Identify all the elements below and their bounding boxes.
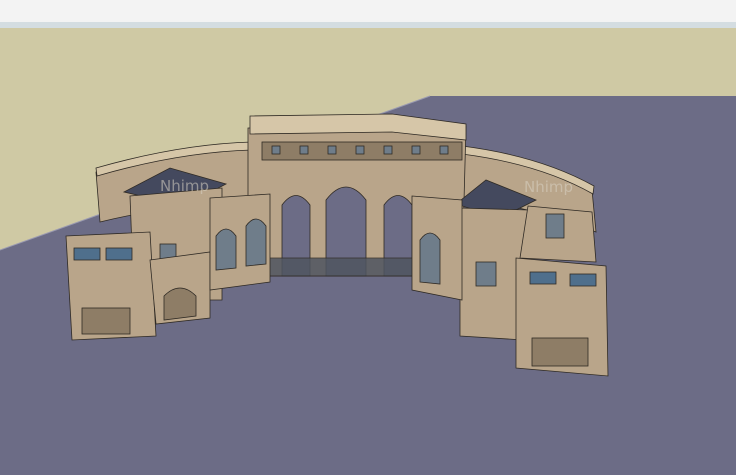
right-mid-arch [419,232,441,285]
right-tall-window [545,213,565,239]
left-mid-arch-2 [245,218,267,267]
right-pavilion-window [475,261,497,287]
right-wing-opening [531,337,589,367]
left-awning-1 [73,247,101,261]
left-mid-arch-1 [215,228,237,271]
architectural-model-scene: Nhimp Nhimp [0,0,736,475]
left-wing-opening [81,307,131,335]
watermark-right: Nhimp [524,178,573,196]
watermark-left: Nhimp [160,177,209,195]
left-side-arch [163,287,197,321]
right-awning-1 [529,271,557,285]
3d-viewport[interactable]: Nhimp Nhimp [0,0,736,475]
left-awning-2 [105,247,133,261]
horizon-band [0,22,736,28]
right-awning-2 [569,273,597,287]
